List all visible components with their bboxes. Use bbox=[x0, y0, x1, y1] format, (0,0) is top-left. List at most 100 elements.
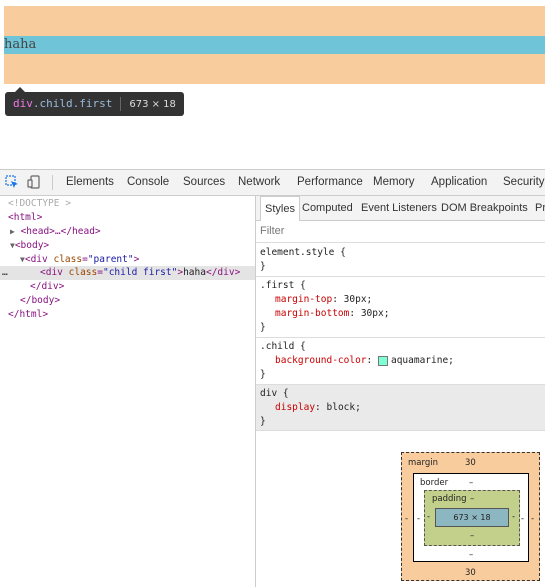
border-top-value[interactable]: – bbox=[469, 478, 473, 488]
border-bottom-value[interactable]: – bbox=[469, 550, 473, 560]
sidebar-subtabs: Styles Computed Event Listeners DOM Brea… bbox=[256, 196, 545, 221]
styles-pane: Styles Computed Event Listeners DOM Brea… bbox=[256, 196, 545, 587]
dom-parent-close[interactable]: </div> bbox=[30, 280, 64, 294]
border-left-value[interactable]: - bbox=[417, 514, 420, 524]
devtools-toolbar: Elements Console Sources Network Perform… bbox=[0, 170, 545, 196]
first-rule-close: } bbox=[260, 322, 266, 333]
child-tag-name: div bbox=[45, 267, 63, 278]
margin-bottom-value[interactable]: 30 bbox=[465, 568, 476, 578]
dom-body-node[interactable]: ▼<body> bbox=[10, 239, 49, 253]
div-rule-selector[interactable]: div { bbox=[260, 387, 289, 401]
parent-close-tag: </div> bbox=[30, 281, 65, 292]
padding-right-value[interactable]: - bbox=[512, 512, 515, 522]
rule-divider bbox=[256, 337, 545, 338]
dom-parent-node[interactable]: ▼<div class="parent"> bbox=[20, 253, 139, 267]
tab-sources[interactable]: Sources bbox=[183, 170, 225, 195]
element-tooltip: div.child.first 673 × 18 bbox=[5, 87, 184, 116]
margin-top-value[interactable]: 30 bbox=[465, 458, 476, 468]
padding-top-value[interactable]: – bbox=[470, 494, 474, 504]
doctype-text: <!DOCTYPE > bbox=[8, 198, 71, 209]
tab-memory[interactable]: Memory bbox=[373, 170, 415, 195]
element-style-selector[interactable]: element.style { bbox=[260, 246, 346, 260]
child-rule-close: } bbox=[260, 369, 266, 380]
styles-filter-input[interactable]: Filter bbox=[260, 225, 284, 237]
devtools-panel: Elements Console Sources Network Perform… bbox=[0, 169, 545, 587]
element-style-close: } bbox=[260, 261, 266, 272]
child-attr-name: class bbox=[68, 267, 98, 278]
child-text: haha bbox=[4, 37, 37, 52]
first-rule-selector[interactable]: .first { bbox=[260, 279, 306, 293]
border-right-value[interactable]: - bbox=[521, 514, 524, 524]
child-text-node: haha bbox=[183, 267, 206, 278]
padding-bottom-value[interactable]: – bbox=[470, 531, 474, 541]
css-property-value: block; bbox=[326, 402, 361, 413]
parent-attr-name: class bbox=[53, 254, 83, 265]
dom-doctype[interactable]: <!DOCTYPE > bbox=[8, 197, 71, 211]
tab-elements[interactable]: Elements bbox=[66, 170, 114, 195]
margin-bottom-highlight bbox=[4, 54, 545, 84]
div-rule-prop-display[interactable]: display: block; bbox=[275, 401, 361, 415]
child-close-tag: </div> bbox=[205, 267, 241, 278]
dom-body-close[interactable]: </body> bbox=[20, 294, 60, 308]
color-swatch-icon[interactable] bbox=[377, 355, 388, 366]
subtab-event-listeners[interactable]: Event Listeners bbox=[361, 196, 437, 220]
css-property-value: aquamarine; bbox=[390, 355, 454, 366]
tab-network[interactable]: Network bbox=[238, 170, 280, 195]
tooltip-classes: .child.first bbox=[32, 97, 113, 110]
dom-tree-pane: <!DOCTYPE > <html> ▶ <head>…</head> ▼<bo… bbox=[0, 196, 256, 587]
subtab-properties[interactable]: Pr bbox=[535, 196, 545, 220]
rule-divider bbox=[256, 430, 545, 431]
padding-label: padding bbox=[432, 494, 467, 504]
div-rule-close: } bbox=[260, 416, 266, 427]
margin-label: margin bbox=[408, 458, 438, 468]
child-rule-selector[interactable]: .child { bbox=[260, 340, 306, 354]
device-toolbar-icon[interactable] bbox=[27, 175, 41, 189]
first-rule-prop-margin-top[interactable]: margin-top: 30px; bbox=[275, 293, 372, 307]
body-close-tag: </body> bbox=[20, 295, 61, 306]
child-attr-value: "child first" bbox=[102, 267, 178, 278]
first-rule-prop-margin-bottom[interactable]: margin-bottom: 30px; bbox=[275, 307, 389, 321]
toolbar-separator bbox=[52, 175, 53, 190]
tab-performance[interactable]: Performance bbox=[297, 170, 363, 195]
css-property-value: 30px; bbox=[343, 294, 373, 305]
head-tag: <head>…</head> bbox=[20, 226, 101, 237]
expand-triangle-icon[interactable]: ▶ bbox=[10, 227, 15, 236]
margin-right-value[interactable]: - bbox=[531, 514, 534, 524]
tooltip-separator bbox=[120, 97, 122, 111]
tab-security[interactable]: Security bbox=[503, 170, 545, 195]
css-property-value: 30px; bbox=[360, 308, 390, 319]
box-model-content[interactable]: 673 × 18 bbox=[435, 508, 509, 527]
rule-divider bbox=[256, 242, 545, 243]
box-model-border[interactable]: border – - - – padding – - - – 673 × 18 bbox=[413, 473, 529, 562]
margin-top-highlight bbox=[4, 6, 545, 36]
dom-html-close[interactable]: </html> bbox=[8, 308, 48, 322]
subtab-styles[interactable]: Styles bbox=[260, 196, 300, 221]
box-model-padding[interactable]: padding – - - – 673 × 18 bbox=[424, 490, 520, 546]
tab-application[interactable]: Application bbox=[431, 170, 487, 195]
dom-child-node[interactable]: <div class="child first">haha</div> bbox=[40, 266, 240, 280]
body-open-tag: <body> bbox=[14, 240, 50, 251]
rule-divider bbox=[256, 276, 545, 277]
parent-attr-value: "parent" bbox=[87, 254, 134, 265]
html-open-tag: <html> bbox=[8, 212, 43, 223]
dom-head-node[interactable]: ▶ <head>…</head> bbox=[10, 225, 101, 239]
inspect-element-icon[interactable] bbox=[5, 175, 19, 189]
padding-left-value[interactable]: - bbox=[427, 512, 430, 522]
tooltip-tag: div bbox=[13, 97, 33, 110]
border-label: border bbox=[420, 478, 449, 488]
page-preview: haha div.child.first 673 × 18 bbox=[0, 0, 545, 168]
box-model-margin[interactable]: margin 30 - - 30 border – - - – padding … bbox=[401, 452, 540, 581]
css-property-name: display bbox=[275, 402, 316, 413]
tab-console[interactable]: Console bbox=[127, 170, 169, 195]
selected-ellipsis: … bbox=[2, 267, 8, 278]
child-element-highlight: haha bbox=[4, 36, 545, 54]
dom-html-open[interactable]: <html> bbox=[8, 211, 42, 225]
margin-left-value[interactable]: - bbox=[405, 514, 408, 524]
child-rule-prop-background[interactable]: background-color: aquamarine; bbox=[275, 354, 454, 368]
css-property-name: margin-bottom bbox=[275, 308, 350, 319]
subtab-dom-breakpoints[interactable]: DOM Breakpoints bbox=[441, 196, 528, 220]
parent-tag-name: div bbox=[30, 254, 48, 265]
tooltip-size: 673 × 18 bbox=[129, 99, 176, 110]
subtab-computed[interactable]: Computed bbox=[302, 196, 353, 220]
html-close-tag: </html> bbox=[8, 309, 49, 320]
